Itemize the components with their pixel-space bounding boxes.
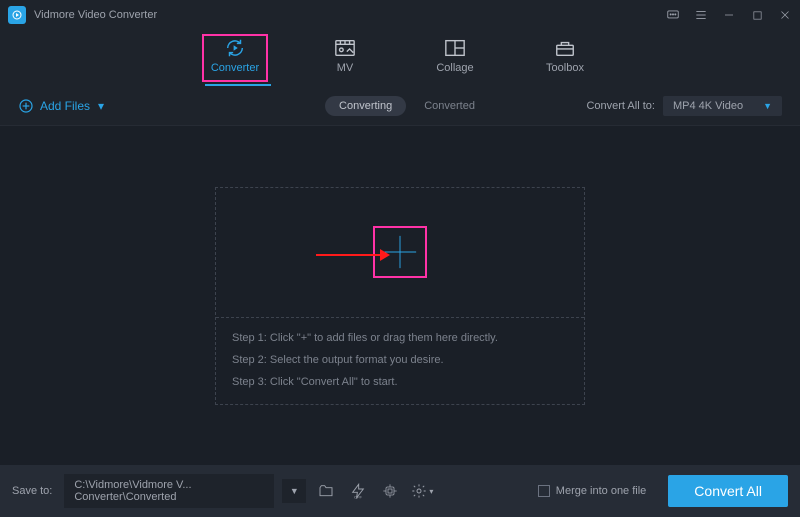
converting-tab[interactable]: Converting — [325, 96, 406, 116]
titlebar: Vidmore Video Converter — [0, 0, 800, 30]
convert-all-button[interactable]: Convert All — [668, 475, 788, 507]
svg-text:OFF: OFF — [354, 494, 363, 499]
converted-tab[interactable]: Converted — [424, 100, 475, 112]
secondary-bar: Add Files ▾ Converting Converted Convert… — [0, 86, 800, 126]
high-speed-button[interactable] — [378, 479, 402, 503]
format-selected-value: MP4 4K Video — [673, 100, 743, 112]
add-files-label: Add Files — [40, 99, 90, 113]
add-files-button[interactable]: Add Files ▾ — [18, 98, 104, 114]
main-tabs: Converter MV Collage Toolbox — [0, 30, 800, 86]
mode-toggle: Converting Converted — [325, 96, 475, 116]
settings-button[interactable]: ▾ — [410, 479, 434, 503]
open-folder-button[interactable] — [314, 479, 338, 503]
chevron-down-icon: ▼ — [763, 101, 772, 111]
tab-toolbox[interactable]: Toolbox — [532, 34, 598, 82]
tab-collage[interactable]: Collage — [422, 34, 488, 82]
lightning-icon: OFF — [350, 483, 366, 499]
output-format-select[interactable]: MP4 4K Video ▼ — [663, 96, 782, 116]
convert-all-to-label: Convert All to: — [586, 100, 654, 112]
plus-circle-icon — [18, 98, 34, 114]
chip-icon — [382, 483, 398, 499]
save-path-field[interactable]: C:\Vidmore\Vidmore V... Converter\Conver… — [64, 474, 274, 508]
dropzone-upper[interactable] — [216, 188, 584, 318]
app-title: Vidmore Video Converter — [34, 9, 157, 21]
menu-icon[interactable] — [694, 8, 708, 22]
folder-icon — [318, 483, 334, 499]
minimize-button[interactable] — [722, 8, 736, 22]
collage-icon — [443, 38, 467, 58]
mv-icon — [333, 38, 357, 58]
save-to-label: Save to: — [12, 485, 52, 497]
converter-icon — [223, 38, 247, 58]
tab-converter-label: Converter — [211, 62, 259, 74]
tab-mv[interactable]: MV — [312, 34, 378, 82]
step-3: Step 3: Click "Convert All" to start. — [232, 376, 568, 388]
step-1: Step 1: Click "+" to add files or drag t… — [232, 332, 568, 344]
toolbox-icon — [553, 38, 577, 58]
checkbox-box-icon — [538, 485, 550, 497]
hardware-accel-button[interactable]: OFF — [346, 479, 370, 503]
chevron-down-icon: ▾ — [429, 487, 433, 496]
tab-collage-label: Collage — [436, 62, 473, 74]
annotation-arrow-icon — [316, 248, 390, 262]
merge-checkbox[interactable]: Merge into one file — [538, 485, 647, 497]
tab-toolbox-label: Toolbox — [546, 62, 584, 74]
save-path-dropdown[interactable]: ▼ — [282, 479, 306, 503]
close-button[interactable] — [778, 8, 792, 22]
main-area: Step 1: Click "+" to add files or drag t… — [0, 126, 800, 465]
chevron-down-icon: ▾ — [98, 99, 104, 113]
gear-icon — [411, 483, 427, 499]
convert-all-to: Convert All to: MP4 4K Video ▼ — [586, 96, 782, 116]
tab-mv-label: MV — [337, 62, 354, 74]
step-2: Step 2: Select the output format you des… — [232, 354, 568, 366]
dropzone-steps: Step 1: Click "+" to add files or drag t… — [216, 318, 584, 404]
tab-converter[interactable]: Converter — [202, 34, 268, 82]
maximize-button[interactable] — [750, 8, 764, 22]
merge-label: Merge into one file — [556, 485, 647, 497]
bottom-bar: Save to: C:\Vidmore\Vidmore V... Convert… — [0, 465, 800, 517]
dropzone: Step 1: Click "+" to add files or drag t… — [215, 187, 585, 405]
feedback-icon[interactable] — [666, 8, 680, 22]
app-logo-icon — [8, 6, 26, 24]
